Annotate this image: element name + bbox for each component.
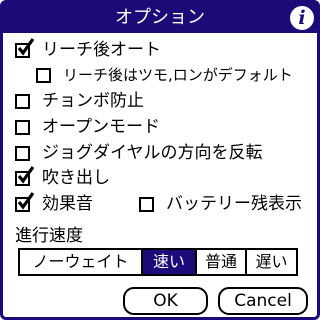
reverse-jog-dial-checkbox[interactable] — [15, 145, 30, 161]
options-dialog: オプション i リーチ後オート リーチ後はツモ,ロンがデフォルト チョンボ防止 … — [0, 0, 320, 320]
prevent-chonbo-option[interactable]: チョンボ防止 — [15, 90, 144, 112]
checkmark-icon — [18, 191, 34, 210]
info-icon[interactable]: i — [290, 6, 314, 30]
speed-normal-button[interactable]: 普通 — [195, 250, 245, 274]
checkmark-icon — [18, 165, 34, 184]
checkmark-icon — [18, 37, 34, 56]
prevent-chonbo-label: チョンボ防止 — [42, 91, 144, 111]
speech-bubble-option[interactable]: 吹き出し — [15, 165, 110, 189]
dialog-title: オプション — [115, 7, 205, 28]
open-mode-label: オープンモード — [42, 117, 160, 137]
title-bar: オプション i — [3, 3, 317, 33]
battery-display-label: バッテリー残表示 — [166, 194, 302, 214]
speech-bubble-label: 吹き出し — [42, 168, 110, 188]
speed-no-wait-button[interactable]: ノーウェイト — [20, 250, 141, 274]
auto-riichi-option[interactable]: リーチ後オート — [15, 37, 161, 61]
riichi-default-option[interactable]: リーチ後はツモ,ロンがデフォルト — [36, 64, 293, 86]
prevent-chonbo-checkbox[interactable] — [15, 93, 30, 109]
cancel-button[interactable]: Cancel — [218, 287, 308, 315]
riichi-default-checkbox[interactable] — [36, 67, 51, 83]
reverse-jog-dial-option[interactable]: ジョグダイヤルの方向を反転 — [15, 142, 263, 164]
ok-button[interactable]: OK — [123, 287, 208, 315]
sound-effects-label: 効果音 — [42, 194, 93, 214]
speed-label: 進行速度 — [15, 226, 83, 246]
open-mode-option[interactable]: オープンモード — [15, 116, 160, 138]
sound-effects-checkbox[interactable] — [15, 191, 34, 212]
battery-display-checkbox[interactable] — [139, 196, 154, 212]
speed-fast-button[interactable]: 速い — [141, 250, 195, 274]
auto-riichi-checkbox[interactable] — [15, 37, 34, 58]
auto-riichi-label: リーチ後オート — [42, 40, 161, 60]
speech-bubble-checkbox[interactable] — [15, 165, 34, 186]
reverse-jog-dial-label: ジョグダイヤルの方向を反転 — [42, 143, 263, 163]
riichi-default-label: リーチ後はツモ,ロンがデフォルト — [63, 66, 293, 84]
speed-slow-button[interactable]: 遅い — [245, 250, 296, 274]
open-mode-checkbox[interactable] — [15, 119, 30, 135]
battery-display-option[interactable]: バッテリー残表示 — [139, 193, 302, 215]
speed-selector: ノーウェイト 速い 普通 遅い — [18, 248, 298, 276]
sound-effects-option[interactable]: 効果音 — [15, 191, 93, 215]
